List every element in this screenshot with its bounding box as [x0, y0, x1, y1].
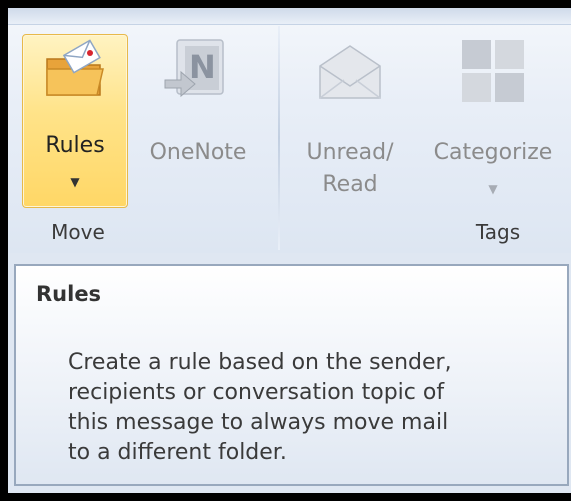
unread-read-label-line1: Unread/: [306, 140, 394, 165]
unread-read-button[interactable]: Unread/ Read: [290, 34, 410, 214]
tooltip-title: Rules: [36, 282, 102, 306]
onenote-icon: N: [164, 39, 224, 98]
tooltip-line: Create a rule based on the sender,: [68, 350, 452, 375]
svg-text:N: N: [189, 48, 216, 86]
ribbon-top-strip: [8, 8, 571, 25]
unread-read-label-line2: Read: [322, 172, 378, 197]
group-separator: [278, 26, 280, 250]
tooltip-description: Create a rule based on the sender, recip…: [68, 348, 568, 468]
onenote-button-label: OneNote: [149, 140, 247, 165]
tooltip-line: recipients or conversation topic of: [68, 380, 445, 405]
rules-button-label: Rules: [45, 133, 105, 158]
tooltip-line: to a different folder.: [68, 440, 287, 465]
tags-group-label: Tags: [475, 220, 521, 244]
chevron-down-icon: ▼: [70, 175, 80, 189]
ribbon: Rules ▼ N OneNote Move Unread/ Read Cate…: [8, 8, 571, 253]
chevron-down-icon: ▼: [488, 182, 498, 196]
rules-button[interactable]: Rules ▼: [22, 34, 128, 208]
envelope-open-icon: [319, 45, 381, 99]
rules-folder-icon: [46, 39, 104, 96]
move-group-label: Move: [51, 220, 105, 244]
categorize-grid-icon: [462, 40, 524, 102]
outlook-window: Rules ▼ N OneNote Move Unread/ Read Cate…: [8, 8, 571, 493]
rules-tooltip: Rules Create a rule based on the sender,…: [14, 264, 569, 486]
categorize-button-label: Categorize: [433, 140, 553, 165]
tooltip-line: this message to always move mail: [68, 410, 449, 435]
onenote-button[interactable]: N OneNote: [132, 34, 264, 174]
categorize-button[interactable]: Categorize ▼: [418, 34, 568, 214]
